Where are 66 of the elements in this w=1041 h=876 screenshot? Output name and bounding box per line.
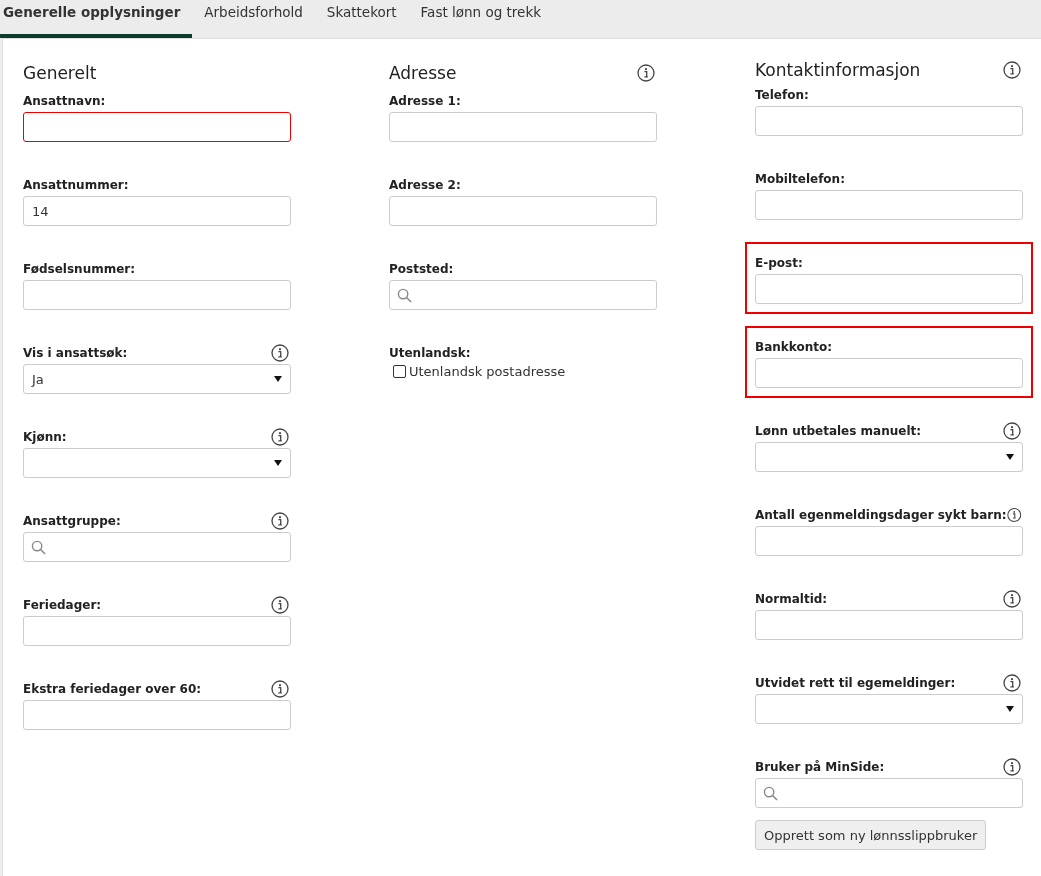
caret-icon <box>1006 454 1014 460</box>
field-label: Feriedager: <box>23 598 102 612</box>
field-label: Bankkonto: <box>755 340 832 354</box>
info-icon[interactable] <box>271 512 289 530</box>
tab[interactable]: Arbeidsforhold <box>192 0 315 38</box>
info-icon[interactable] <box>271 344 289 362</box>
search-field[interactable] <box>755 778 1023 808</box>
field-label: Vis i ansattsøk: <box>23 346 128 360</box>
field-label: Fødselsnummer: <box>23 262 136 276</box>
text-field[interactable] <box>755 106 1023 136</box>
text-field[interactable] <box>755 526 1023 556</box>
caret-icon <box>1006 706 1014 712</box>
text-field[interactable] <box>755 274 1023 304</box>
field-label: Utenlandsk: <box>389 346 471 360</box>
field-label: Kjønn: <box>23 430 67 444</box>
field-label: Telefon: <box>755 88 809 102</box>
info-icon[interactable] <box>1003 674 1021 692</box>
field-label: Poststed: <box>389 262 454 276</box>
info-icon[interactable] <box>1003 758 1021 776</box>
field-label: Adresse 1: <box>389 94 461 108</box>
info-icon[interactable] <box>1003 422 1021 440</box>
tab[interactable]: Skattekort <box>314 0 409 38</box>
field-label: Antall egenmeldingsdager sykt barn: <box>755 508 1007 522</box>
text-field[interactable] <box>389 112 657 142</box>
field-label: Normaltid: <box>755 592 828 606</box>
field-label: Utvidet rett til egemeldinger: <box>755 676 956 690</box>
search-field[interactable] <box>23 532 291 562</box>
checkbox[interactable] <box>393 365 406 378</box>
text-field[interactable] <box>23 112 291 142</box>
search-icon <box>763 785 778 801</box>
text-field[interactable] <box>23 280 291 310</box>
tab[interactable]: Fast lønn og trekk <box>408 0 554 38</box>
info-icon[interactable] <box>271 596 289 614</box>
search-icon <box>31 539 46 555</box>
info-icon[interactable] <box>1006 506 1021 524</box>
caret-icon <box>274 376 282 382</box>
text-field[interactable] <box>755 190 1023 220</box>
text-field[interactable] <box>23 700 291 730</box>
field-label: Ekstra feriedager over 60: <box>23 682 202 696</box>
text-field[interactable] <box>755 358 1023 388</box>
section-title: Kontaktinformasjon <box>755 60 921 80</box>
field-label: Lønn utbetales manuelt: <box>755 424 922 438</box>
field-label: Ansattgruppe: <box>23 514 121 528</box>
text-field[interactable] <box>23 616 291 646</box>
info-icon[interactable] <box>1003 61 1021 79</box>
info-icon[interactable] <box>271 680 289 698</box>
field-label: E-post: <box>755 256 803 270</box>
field-label: Adresse 2: <box>389 178 461 192</box>
info-icon[interactable] <box>637 64 655 82</box>
field-label: Ansattnavn: <box>23 94 106 108</box>
section-title: Adresse <box>389 63 457 83</box>
checkbox-label[interactable]: Utenlandsk postadresse <box>409 364 566 379</box>
text-field[interactable]: 14 <box>23 196 291 226</box>
info-icon[interactable] <box>1003 590 1021 608</box>
field-label: Mobiltelefon: <box>755 172 845 186</box>
text-field[interactable] <box>755 610 1023 640</box>
text-field[interactable] <box>389 196 657 226</box>
section-title: Generelt <box>23 63 97 83</box>
dropdown[interactable]: Ja <box>23 364 291 394</box>
search-icon <box>397 287 412 303</box>
field-label: Bruker på MinSide: <box>755 760 885 774</box>
create-user-button[interactable]: Opprett som ny lønnsslippbruker <box>755 820 987 850</box>
field-label: Ansattnummer: <box>23 178 129 192</box>
caret-icon <box>274 460 282 466</box>
info-icon[interactable] <box>271 428 289 446</box>
search-field[interactable] <box>389 280 657 310</box>
